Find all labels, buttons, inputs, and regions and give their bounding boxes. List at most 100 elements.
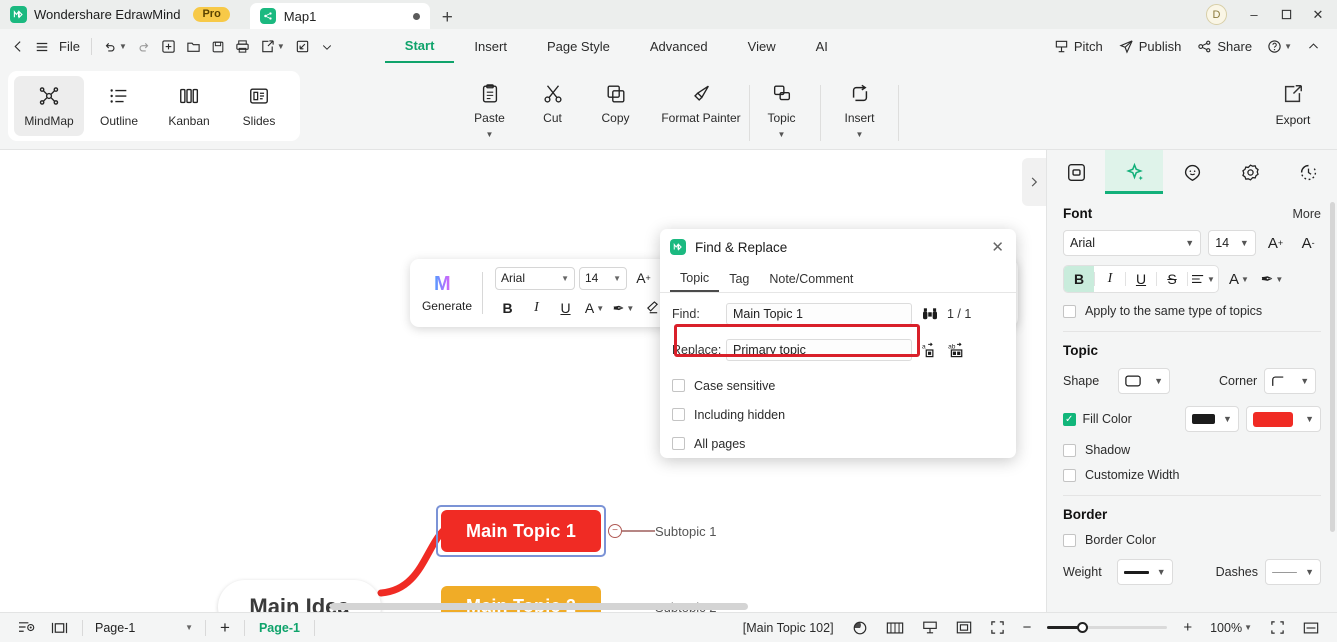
- panel-bold-button[interactable]: B: [1064, 266, 1094, 292]
- page-select-dropdown[interactable]: Page-1 ▼: [89, 617, 199, 639]
- border-color-row[interactable]: Border Color: [1063, 533, 1321, 547]
- canvas-horizontal-scrollbar[interactable]: [330, 603, 748, 610]
- undo-icon[interactable]: ▼: [98, 34, 132, 60]
- zoom-out-button[interactable]: −: [1015, 617, 1040, 639]
- view-mode-kanban[interactable]: Kanban: [154, 76, 224, 136]
- shape-select[interactable]: ▼: [1118, 368, 1170, 394]
- font-size-select[interactable]: 14 ▼: [579, 266, 627, 290]
- customize-width-row[interactable]: Customize Width: [1063, 468, 1321, 482]
- panel-highlight-button[interactable]: ✒ ▼: [1259, 266, 1285, 292]
- undo-dropdown-caret[interactable]: ▼: [119, 42, 127, 51]
- back-button[interactable]: [6, 34, 30, 60]
- checkbox-fill-color[interactable]: ✓: [1063, 412, 1076, 426]
- apply-same-type-row[interactable]: Apply to the same type of topics: [1063, 304, 1321, 318]
- panel-font-color-button[interactable]: A ▼: [1226, 266, 1252, 292]
- option-including-hidden[interactable]: Including hidden: [660, 400, 1016, 429]
- hamburger-menu-icon[interactable]: [30, 34, 54, 60]
- dialog-tab-tag[interactable]: Tag: [719, 265, 759, 292]
- panel-strikethrough-button[interactable]: S: [1157, 266, 1187, 292]
- corner-select[interactable]: ▼: [1264, 368, 1317, 394]
- weight-select[interactable]: ▼: [1116, 559, 1173, 585]
- zoom-level-dropdown[interactable]: 100% ▼: [1202, 617, 1260, 639]
- view-mode-mindmap[interactable]: MindMap: [14, 76, 84, 136]
- option-case-sensitive[interactable]: Case sensitive: [660, 371, 1016, 400]
- add-page-button[interactable]: +: [212, 617, 238, 639]
- panel-tab-shape-style[interactable]: [1047, 150, 1105, 194]
- panel-tab-settings[interactable]: [1221, 150, 1279, 194]
- panel-increase-font-icon[interactable]: A +: [1263, 230, 1289, 256]
- pie-view-icon[interactable]: [844, 617, 876, 639]
- zoom-slider-knob[interactable]: [1077, 622, 1089, 633]
- dialog-tab-note-comment[interactable]: Note/Comment: [759, 265, 863, 292]
- panel-tab-sparkle-style[interactable]: [1105, 150, 1163, 194]
- export-share-icon[interactable]: ▼: [255, 34, 290, 60]
- subtopic-1[interactable]: Subtopic 1: [655, 524, 716, 539]
- binoculars-icon[interactable]: [922, 307, 938, 321]
- topic-button[interactable]: Topic ▼: [750, 71, 813, 139]
- close-button[interactable]: ✕: [1303, 0, 1333, 29]
- highlight-color-button[interactable]: ✒ ▼: [611, 297, 636, 320]
- more-commands-icon[interactable]: [315, 34, 339, 60]
- view-mode-slides[interactable]: Slides: [224, 76, 294, 136]
- maximize-button[interactable]: [1271, 0, 1301, 29]
- help-icon[interactable]: ▼: [1262, 34, 1297, 60]
- replace-one-icon[interactable]: a: [922, 342, 939, 358]
- topic-dropdown-caret[interactable]: ▼: [778, 130, 786, 139]
- fit-page-icon[interactable]: [1262, 617, 1293, 639]
- italic-button[interactable]: I: [524, 297, 549, 320]
- panel-font-size-select[interactable]: 14 ▼: [1208, 230, 1256, 256]
- option-all-pages[interactable]: All pages: [660, 429, 1016, 458]
- copy-button[interactable]: Copy: [584, 71, 647, 125]
- pitch-button[interactable]: Pitch: [1048, 34, 1109, 60]
- increase-font-icon[interactable]: A +: [631, 267, 656, 290]
- fill-color-select[interactable]: ▼: [1245, 406, 1321, 432]
- tab-page-style[interactable]: Page Style: [527, 30, 630, 63]
- panel-font-family-select[interactable]: Arial ▼: [1063, 230, 1202, 256]
- font-family-select[interactable]: Arial ▼: [495, 266, 575, 290]
- font-more-link[interactable]: More: [1293, 207, 1321, 221]
- tab-start[interactable]: Start: [384, 30, 455, 63]
- document-tab-map1[interactable]: Map1: [249, 3, 430, 29]
- format-painter-button[interactable]: Format Painter: [647, 71, 755, 125]
- insert-button[interactable]: Insert ▼: [828, 71, 891, 139]
- dialog-tab-topic[interactable]: Topic: [670, 265, 720, 292]
- shadow-row[interactable]: Shadow: [1063, 443, 1321, 457]
- frame-view-icon[interactable]: [948, 617, 980, 639]
- topic-node-main-topic-1[interactable]: Main Topic 1: [441, 510, 601, 552]
- outline-view-icon[interactable]: [10, 617, 43, 639]
- user-avatar[interactable]: D: [1206, 4, 1227, 25]
- find-input[interactable]: Main Topic 1: [726, 302, 912, 325]
- redo-icon[interactable]: [132, 34, 156, 60]
- font-color-button[interactable]: A ▼: [582, 297, 607, 320]
- book-view-icon[interactable]: [878, 617, 912, 639]
- tab-advanced[interactable]: Advanced: [630, 30, 728, 63]
- fill-style-select[interactable]: ▼: [1184, 406, 1239, 432]
- underline-button[interactable]: U: [553, 297, 578, 320]
- pane-view-icon[interactable]: [43, 617, 76, 639]
- tab-insert[interactable]: Insert: [454, 30, 527, 63]
- checkbox-border-color[interactable]: [1063, 533, 1076, 547]
- fullscreen-icon[interactable]: [982, 617, 1013, 639]
- help-dropdown-caret[interactable]: ▼: [1284, 42, 1292, 51]
- insert-dropdown-caret[interactable]: ▼: [856, 130, 864, 139]
- bold-button[interactable]: B: [495, 297, 520, 320]
- checkbox-shadow[interactable]: [1063, 443, 1076, 457]
- save-icon[interactable]: [206, 34, 230, 60]
- current-page-tab[interactable]: Page-1: [251, 617, 308, 639]
- export-dropdown-caret[interactable]: ▼: [277, 42, 285, 51]
- panel-align-icon[interactable]: ▼: [1188, 266, 1218, 292]
- split-view-icon[interactable]: [1295, 617, 1327, 639]
- dashes-select[interactable]: ▼: [1265, 559, 1321, 585]
- zoom-slider[interactable]: [1047, 622, 1168, 633]
- find-replace-dialog[interactable]: Find & Replace ✕ Topic Tag Note/Comment …: [660, 229, 1016, 458]
- replace-all-icon[interactable]: ab: [948, 342, 967, 358]
- panel-tab-emoji[interactable]: [1163, 150, 1221, 194]
- minimize-button[interactable]: –: [1239, 0, 1269, 29]
- share-button[interactable]: Share: [1191, 34, 1258, 60]
- checkbox-all-pages[interactable]: [672, 437, 685, 450]
- export-button[interactable]: Export: [1263, 83, 1323, 127]
- panel-scrollbar[interactable]: [1330, 202, 1335, 532]
- pitch-view-icon[interactable]: [914, 617, 946, 639]
- tab-ai[interactable]: AI: [796, 30, 848, 63]
- checkbox-including-hidden[interactable]: [672, 408, 685, 421]
